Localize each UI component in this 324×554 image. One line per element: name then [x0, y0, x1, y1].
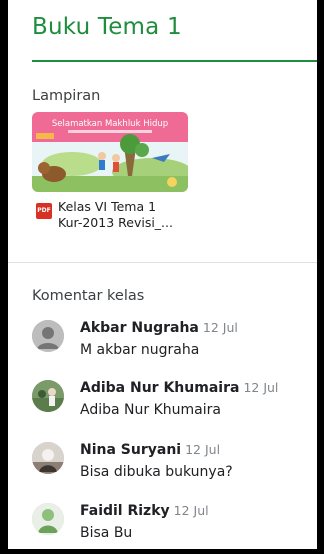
- comment-item: Nina Suryani 12 Jul Bisa dibuka bukunya?: [32, 442, 312, 486]
- title-divider: [32, 60, 317, 62]
- comment-author: Akbar Nugraha 12 Jul: [80, 320, 238, 336]
- comment-item: Adiba Nur Khumaira 12 Jul Adiba Nur Khuma…: [32, 380, 312, 424]
- comment-author-name: Adiba Nur Khumaira: [80, 380, 240, 396]
- comment-text: Bisa dibuka bukunya?: [80, 464, 233, 480]
- comment-date: 12 Jul: [202, 320, 238, 335]
- attachment-file-name[interactable]: Kelas VI Tema 1 Kur-2013 Revisi_...: [58, 199, 194, 231]
- page-title: Buku Tema 1: [32, 14, 182, 40]
- comment-text: Adiba Nur Khumaira: [80, 402, 221, 418]
- comment-author: Adiba Nur Khumaira 12 Jul: [80, 380, 278, 396]
- comment-author-name: Faidil Rizky: [80, 503, 170, 519]
- profile-photo-avatar: [32, 503, 64, 535]
- profile-photo-avatar: [32, 442, 64, 474]
- comments-heading: Komentar kelas: [32, 288, 145, 304]
- comment-item: Akbar Nugraha 12 Jul M akbar nugraha: [32, 320, 312, 364]
- comment-author: Faidil Rizky 12 Jul: [80, 503, 209, 519]
- comment-date: 12 Jul: [173, 503, 209, 518]
- classroom-post-screen: Buku Tema 1 Lampiran Selamatkan Makhluk …: [8, 0, 317, 549]
- profile-photo-avatar: [32, 380, 64, 412]
- attachment-thumbnail[interactable]: Selamatkan Makhluk Hidup: [32, 112, 188, 192]
- attachment-name-line-2: Kur-2013 Revisi_...: [58, 215, 173, 230]
- comment-date: 12 Jul: [185, 442, 221, 457]
- comment-author: Nina Suryani 12 Jul: [80, 442, 220, 458]
- comment-author-name: Akbar Nugraha: [80, 320, 199, 336]
- comment-item: Faidil Rizky 12 Jul Bisa Bu: [32, 503, 312, 547]
- default-person-icon: [32, 320, 64, 352]
- pdf-icon: PDF: [36, 203, 52, 219]
- comment-text: M akbar nugraha: [80, 342, 200, 358]
- thumbnail-title: Selamatkan Makhluk Hidup: [52, 119, 168, 129]
- section-divider: [8, 262, 317, 263]
- attachment-name-line-1: Kelas VI Tema 1: [58, 199, 157, 214]
- comment-date: 12 Jul: [243, 380, 279, 395]
- comment-author-name: Nina Suryani: [80, 442, 182, 458]
- comment-text: Bisa Bu: [80, 525, 133, 541]
- attachments-heading: Lampiran: [32, 88, 101, 104]
